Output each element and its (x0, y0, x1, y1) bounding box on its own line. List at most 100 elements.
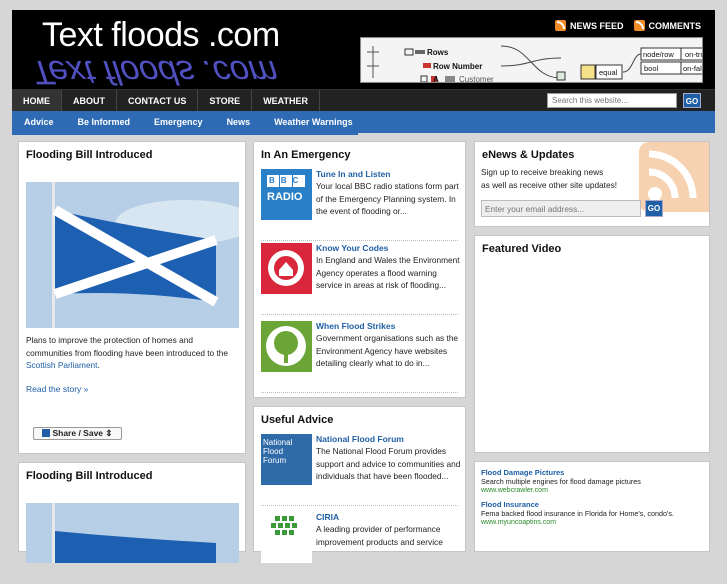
ad-title[interactable]: Flood Damage Pictures (481, 468, 701, 477)
subscribe-go-button[interactable]: GO (645, 200, 663, 217)
site-title: Text floods .com (42, 16, 280, 54)
ads-box: Flood Damage Pictures Search multiple en… (474, 461, 710, 552)
list-item: National Flood Forum National Flood Foru… (261, 434, 461, 506)
scottish-flag-image[interactable] (26, 503, 239, 563)
banner-customer: Customer (459, 75, 494, 83)
flood-code-thumb[interactable] (261, 243, 312, 294)
nav-advice[interactable]: Advice (12, 111, 66, 133)
radio-text: RADIO (267, 191, 303, 203)
banner-on-true: on-true (685, 50, 703, 59)
nav-news[interactable]: News (215, 111, 263, 133)
nav-store[interactable]: STORE (198, 90, 253, 112)
tree-person-icon (266, 326, 306, 366)
item-title[interactable]: CIRIA (316, 512, 339, 522)
item-text: A leading provider of performance improv… (316, 524, 443, 547)
header-banner[interactable]: Rows Row Number A Customer equal node/ro… (360, 37, 703, 83)
banner-rows: Rows (427, 48, 449, 57)
nav-weather-warnings[interactable]: Weather Warnings (262, 111, 365, 133)
banner-node-row: node/row (643, 50, 674, 59)
ciria-logo-icon (271, 516, 297, 535)
site-title-reflection: Text floods .com (25, 53, 284, 91)
house-warning-icon (268, 250, 304, 286)
email-field[interactable] (481, 200, 641, 217)
share-save-button[interactable]: Share / Save ⇕ (33, 427, 122, 440)
useful-advice-title: Useful Advice (261, 414, 334, 426)
item-text: The National Flood Forum provides suppor… (316, 446, 461, 481)
enews-title: eNews & Updates (482, 149, 575, 161)
site-logo[interactable]: Text floods .com Text floods .com (26, 16, 312, 91)
item-text: In England and Wales the Environment Age… (316, 255, 460, 290)
nav-contact[interactable]: CONTACT US (117, 90, 199, 112)
item-title[interactable]: When Flood Strikes (316, 321, 395, 331)
news-feed-link[interactable]: NEWS FEED (554, 20, 624, 31)
ciria-thumb[interactable] (261, 512, 312, 563)
post-title[interactable]: Flooding Bill Introduced (26, 470, 238, 482)
flood-strikes-thumb[interactable] (261, 321, 312, 372)
nav-emergency[interactable]: Emergency (142, 111, 215, 133)
secondary-nav: Advice Be Informed Emergency News Weathe… (12, 111, 715, 135)
bbc-letters: BBC (269, 176, 305, 185)
enews-box: eNews & Updates Sign up to receive break… (474, 141, 710, 227)
nav-home[interactable]: HOME (12, 90, 62, 112)
ad-url[interactable]: www.webcrawler.com (481, 487, 701, 494)
banner-row-number: Row Number (433, 62, 482, 71)
post-title[interactable]: Flooding Bill Introduced (26, 149, 238, 161)
emergency-box: In An Emergency BBC RADIO Tune In and Li… (253, 141, 466, 398)
ad-title[interactable]: Flood Insurance (481, 500, 701, 509)
banner-on-false: on-false (683, 64, 703, 73)
nav-weather[interactable]: WEATHER (252, 90, 321, 112)
national-flood-forum-thumb[interactable]: National Flood Forum (261, 434, 312, 485)
nff-line3: Forum (263, 456, 287, 465)
flag-graphic (26, 182, 239, 328)
flag-graphic (26, 503, 239, 563)
useful-advice-box: Useful Advice National Flood Forum Natio… (253, 406, 466, 563)
news-feed-label: NEWS FEED (569, 20, 624, 31)
rss-icon (633, 20, 645, 31)
comments-feed-label: COMMENTS (648, 20, 702, 31)
post-excerpt-text: Plans to improve the protection of homes… (26, 335, 229, 358)
ad-list: Flood Damage Pictures Search multiple en… (481, 468, 701, 526)
rss-icon (554, 20, 566, 31)
list-item: BBC RADIO Tune In and Listen Your local … (261, 169, 459, 241)
post-excerpt-end: . (97, 360, 100, 370)
scottish-parliament-link[interactable]: Scottish Parliament (26, 360, 97, 370)
ad-item[interactable]: Flood Insurance Fema backed flood insura… (481, 500, 701, 526)
primary-nav: HOME ABOUT CONTACT US STORE WEATHER GO (12, 89, 715, 112)
emergency-title: In An Emergency (261, 149, 351, 161)
list-item: When Flood Strikes Government organisati… (261, 321, 458, 393)
scottish-flag-image[interactable] (26, 182, 239, 328)
bbc-radio-thumb[interactable]: BBC RADIO (261, 169, 312, 220)
post-excerpt: Plans to improve the protection of homes… (26, 334, 240, 372)
search-go-button[interactable]: GO (683, 93, 701, 108)
ad-item[interactable]: Flood Damage Pictures Search multiple en… (481, 468, 701, 494)
read-more-link[interactable]: Read the story » (26, 384, 88, 394)
item-text: Government organisations such as the Env… (316, 333, 459, 368)
list-item: Know Your Codes In England and Wales the… (261, 243, 460, 315)
diagram-banner-graphic: Rows Row Number A Customer equal node/ro… (367, 45, 703, 83)
list-item: CIRIA A leading provider of performance … (261, 512, 458, 584)
featured-video-box: Featured Video (474, 235, 710, 453)
item-text: Your local BBC radio stations form part … (316, 181, 459, 216)
banner-bool: bool (644, 64, 659, 73)
search-input[interactable] (547, 93, 677, 108)
enews-text-2: as well as receive other site updates! (481, 180, 618, 190)
site-header: Text floods .com Text floods .com NEWS F… (12, 10, 715, 91)
comments-feed-link[interactable]: COMMENTS (633, 20, 702, 31)
nav-be-informed[interactable]: Be Informed (66, 111, 143, 133)
post-card: Flooding Bill Introduced (18, 462, 246, 563)
banner-equal: equal (599, 68, 618, 77)
item-title[interactable]: National Flood Forum (316, 434, 404, 444)
share-icon (42, 429, 51, 437)
nav-underline (12, 133, 358, 135)
item-title[interactable]: Tune In and Listen (316, 169, 390, 179)
ad-url[interactable]: www.myuncoaptins.com (481, 519, 701, 526)
enews-text-1: Sign up to receive breaking news (481, 167, 604, 177)
ad-desc: Search multiple engines for flood damage… (481, 477, 641, 486)
item-title[interactable]: Know Your Codes (316, 243, 388, 253)
nff-line2: Flood (263, 447, 284, 456)
ad-desc: Fema backed flood insurance in Florida f… (481, 509, 674, 518)
nav-about[interactable]: ABOUT (62, 90, 117, 112)
banner-a: A (433, 75, 439, 83)
post-card: Flooding Bill Introduced Plans to improv… (18, 141, 246, 454)
feed-links: NEWS FEED COMMENTS (554, 20, 702, 31)
